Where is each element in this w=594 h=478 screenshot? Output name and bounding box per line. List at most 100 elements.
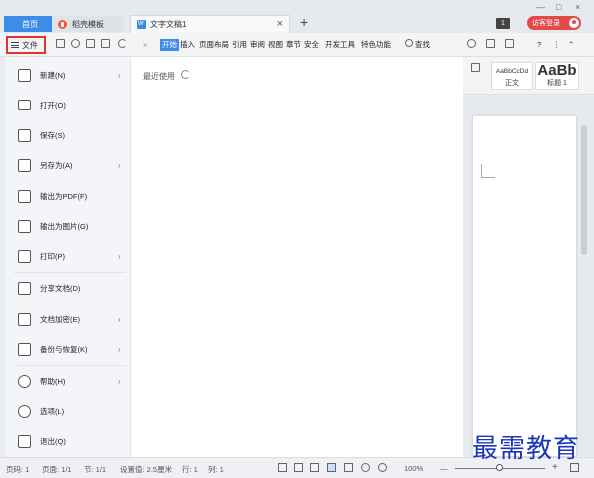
collapse-ribbon-icon[interactable]: ⌃ [568, 39, 574, 51]
search-icon[interactable] [405, 39, 413, 47]
vertical-scrollbar[interactable] [581, 111, 587, 441]
undo-icon[interactable] [118, 39, 127, 48]
file-menu-button[interactable]: 文件 [6, 36, 46, 54]
hamburger-icon [11, 42, 19, 48]
print-icon[interactable] [86, 39, 95, 48]
menu-item-help[interactable]: 帮助(H) › [6, 367, 131, 395]
eye-protect-icon[interactable] [378, 463, 387, 472]
style-heading-1[interactable]: AaBb 标题 1 [535, 62, 579, 90]
scrollbar-thumb[interactable] [581, 125, 587, 255]
menu-item-encrypt[interactable]: 文档加密(E) › [6, 305, 131, 333]
tab-insert[interactable]: 插入 [180, 39, 195, 51]
menu-item-label: 输出为图片(G) [40, 221, 89, 231]
style-heading-label: 标题 1 [547, 80, 567, 87]
cloud-icon[interactable] [467, 39, 476, 48]
tab-template-label: 稻壳模板 [72, 19, 104, 29]
image-export-icon [18, 219, 31, 233]
menu-item-share[interactable]: 分享文档(D) [6, 274, 131, 302]
new-doc-icon [18, 68, 31, 82]
tab-references[interactable]: 引用 [232, 39, 247, 51]
menu-item-label: 保存(S) [40, 130, 65, 140]
menu-item-save[interactable]: 保存(S) [6, 121, 131, 149]
page-view-icon[interactable] [327, 463, 336, 472]
menu-item-label: 另存为(A) [40, 160, 73, 170]
maximize-button[interactable]: □ [556, 2, 561, 12]
document-page[interactable] [473, 116, 576, 456]
tab-home[interactable]: 首页 [4, 16, 56, 32]
share-quick-icon[interactable] [486, 39, 495, 48]
tab-home-ribbon[interactable]: 开始 [160, 39, 179, 51]
share-icon [18, 281, 31, 295]
menu-item-new[interactable]: 新建(N) › [6, 61, 131, 89]
settings-icon [18, 404, 31, 418]
menu-item-save-as[interactable]: 另存为(A) › [6, 151, 131, 179]
main-toolbar: 文件 » 开始 插入 页面布局 引用 审阅 视图 章节 安全 开发工具 特色功能… [0, 33, 594, 57]
comment-icon[interactable] [505, 39, 514, 48]
open-icon[interactable] [56, 39, 65, 48]
menu-item-options[interactable]: 选项(L) [6, 397, 131, 425]
save-as-icon [18, 158, 31, 172]
table-icon[interactable] [471, 63, 480, 72]
tab-document[interactable]: 文字文稿1 × [130, 15, 290, 33]
tab-developer[interactable]: 开发工具 [325, 39, 355, 51]
more-icon[interactable]: » [143, 39, 147, 51]
close-window-button[interactable]: × [575, 2, 580, 12]
outline-view-icon[interactable] [344, 463, 353, 472]
tab-close-icon[interactable]: × [277, 18, 283, 30]
more-options-icon[interactable]: ⋮ [553, 39, 561, 51]
style-heading-preview: AaBb [537, 62, 577, 79]
pdf-export-icon [18, 189, 31, 203]
tab-security[interactable]: 安全 [304, 39, 319, 51]
menu-item-print[interactable]: 打印(P) › [6, 242, 131, 270]
printer-icon [18, 249, 31, 263]
tab-view[interactable]: 视图 [268, 39, 283, 51]
menu-divider [14, 365, 126, 366]
style-normal[interactable]: AaBbCcDd 正文 [491, 62, 533, 90]
minimize-button[interactable]: — [536, 2, 545, 12]
tab-review[interactable]: 审阅 [250, 39, 265, 51]
save-quick-icon[interactable] [71, 39, 80, 48]
tab-special[interactable]: 特色功能 [361, 39, 391, 51]
writer-doc-icon [137, 20, 146, 29]
menu-item-exit[interactable]: 退出(Q) [6, 427, 131, 455]
menu-item-backup[interactable]: 备份与恢复(K) › [6, 335, 131, 363]
tab-page-layout[interactable]: 页面布局 [199, 39, 229, 51]
guest-login-button[interactable]: 访客登录 [527, 16, 581, 30]
status-section: 节: 1/1 [84, 465, 107, 474]
search-label[interactable]: 查找 [415, 39, 430, 51]
lock-doc-icon [18, 312, 31, 326]
zoom-level[interactable]: 100% [404, 464, 423, 473]
write-mode-icon[interactable] [310, 463, 319, 472]
avatar-icon [569, 18, 579, 28]
menu-item-label: 打印(P) [40, 251, 65, 261]
menu-item-label: 文档加密(E) [40, 314, 80, 324]
status-pages: 页面: 1/1 [42, 465, 72, 474]
zoom-slider-thumb[interactable] [496, 464, 503, 471]
web-view-icon[interactable] [361, 463, 370, 472]
window-count-badge[interactable]: 1 [496, 18, 510, 29]
tab-chapter[interactable]: 章节 [286, 39, 301, 51]
status-position: 设置值: 2.5厘米 [120, 465, 173, 474]
file-menu: 新建(N) › 打开(O) 保存(S) 另存为(A) › 输出为PDF(F) 输… [6, 57, 131, 457]
menu-item-label: 退出(Q) [40, 436, 66, 446]
guest-login-label: 访客登录 [532, 20, 560, 27]
document-area [463, 96, 594, 456]
style-normal-label: 正文 [505, 80, 519, 87]
menu-item-export-image[interactable]: 输出为图片(G) [6, 212, 131, 240]
backup-icon [18, 342, 31, 356]
menu-item-open[interactable]: 打开(O) [6, 91, 131, 119]
chevron-right-icon: › [118, 160, 121, 170]
tab-template[interactable]: 稻壳模板 [52, 16, 124, 32]
print-preview-icon[interactable] [101, 39, 110, 48]
menu-item-label: 备份与恢复(K) [40, 344, 88, 354]
new-tab-button[interactable]: + [300, 14, 308, 30]
read-mode-icon[interactable] [294, 463, 303, 472]
fullscreen-icon[interactable] [278, 463, 287, 472]
status-row: 行: 1 [182, 465, 198, 474]
menu-item-export-pdf[interactable]: 输出为PDF(F) [6, 182, 131, 210]
help-icon [18, 374, 31, 388]
menu-item-label: 打开(O) [40, 100, 66, 110]
help-icon-toolbar[interactable]: ? [537, 39, 541, 51]
refresh-icon[interactable] [181, 70, 190, 79]
zoom-out-button[interactable]: — [440, 464, 448, 473]
